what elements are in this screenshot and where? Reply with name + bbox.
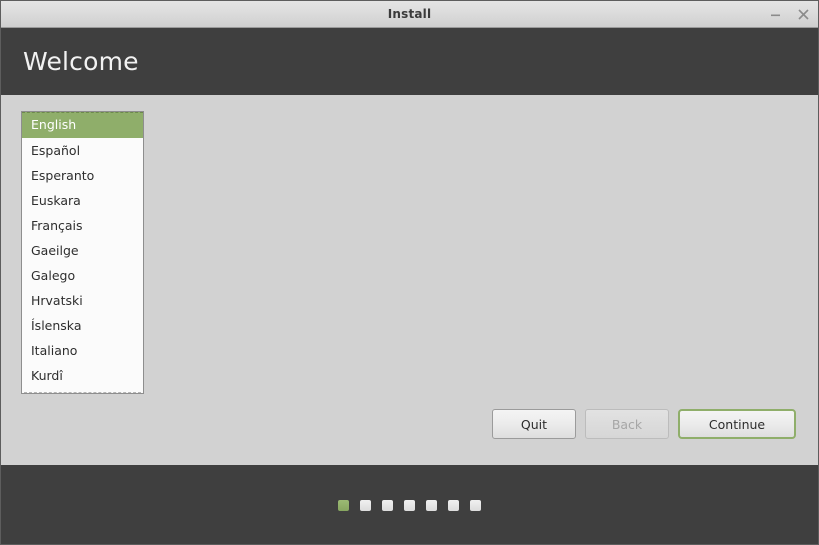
language-label: Français: [31, 218, 83, 233]
language-label: Hrvatski: [31, 293, 83, 308]
progress-dot[interactable]: [382, 499, 393, 511]
language-list-item[interactable]: Español: [22, 138, 143, 163]
progress-dot[interactable]: [338, 499, 349, 511]
progress-step-indicator: [338, 499, 481, 511]
progress-dot[interactable]: [470, 499, 481, 511]
language-list-item[interactable]: Français: [22, 213, 143, 238]
language-list-item[interactable]: Galego: [22, 263, 143, 288]
language-list-item[interactable]: Gaeilge: [22, 238, 143, 263]
language-label: Euskara: [31, 193, 81, 208]
close-icon[interactable]: [796, 6, 811, 23]
back-button[interactable]: Back: [585, 409, 669, 439]
list-focus-indicator: [24, 388, 141, 393]
progress-dot[interactable]: [448, 499, 459, 511]
language-list-item[interactable]: Kurdî: [22, 363, 143, 388]
footer: [1, 465, 818, 544]
progress-dot[interactable]: [404, 499, 415, 511]
installer-window: Install Welcome English Español Esperant…: [0, 0, 819, 545]
window-title: Install: [387, 7, 432, 21]
language-list[interactable]: English Español Esperanto Euskara França…: [21, 111, 144, 394]
language-label: Español: [31, 143, 81, 158]
title-bar: Install: [1, 1, 818, 28]
language-list-item[interactable]: Euskara: [22, 188, 143, 213]
page-header: Welcome: [1, 28, 818, 95]
language-label: Kurdî: [31, 368, 63, 383]
language-label: Gaeilge: [31, 243, 79, 258]
language-list-item[interactable]: Hrvatski: [22, 288, 143, 313]
page-title: Welcome: [23, 47, 139, 76]
minimize-icon[interactable]: [768, 6, 783, 23]
continue-button[interactable]: Continue: [678, 409, 796, 439]
language-list-item[interactable]: Íslenska: [22, 313, 143, 338]
language-label: Esperanto: [31, 168, 95, 183]
quit-button[interactable]: Quit: [492, 409, 576, 439]
language-list-item[interactable]: Esperanto: [22, 163, 143, 188]
language-list-item[interactable]: English: [22, 112, 143, 138]
progress-dot[interactable]: [426, 499, 437, 511]
progress-dot[interactable]: [360, 499, 371, 511]
navigation-buttons: Quit Back Continue: [492, 409, 796, 439]
language-label: Íslenska: [31, 318, 82, 333]
language-list-item[interactable]: Italiano: [22, 338, 143, 363]
window-controls: [768, 1, 811, 28]
language-label: Italiano: [31, 343, 78, 358]
language-label: Galego: [31, 268, 76, 283]
language-label: English: [31, 117, 77, 132]
main-content: English Español Esperanto Euskara França…: [1, 95, 818, 465]
